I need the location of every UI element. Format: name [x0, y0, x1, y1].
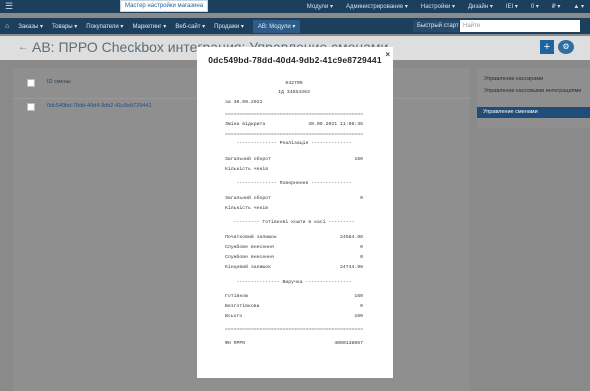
cash-final-label: Кінцевий залишок [225, 265, 272, 270]
revenue-header: --------------- Виручка ---------------- [236, 280, 352, 285]
returns-turnover-value: 0 [360, 196, 363, 201]
shift-opened-row: Зміна відкрита 30.09.2021 11:06:38 [225, 122, 363, 127]
top-menu-modules[interactable]: Модули ▾ [307, 3, 333, 10]
sidebar-item-cashiers[interactable]: Управление кассирами [484, 76, 584, 83]
sidebar-item-integrations[interactable]: Управление кассовыми интеграциями [484, 88, 584, 95]
sales-turnover-row: Загальний оборот 160 [225, 157, 363, 162]
top-menu-currency[interactable]: ₽ ▾ [552, 3, 561, 10]
revenue-cash-row: Готівкою 160 [225, 294, 363, 299]
revenue-cash-label: Готівкою [225, 294, 249, 299]
shift-opened-value: 30.09.2021 11:06:38 [308, 122, 363, 127]
shift-id-link[interactable]: 0dc549bd-78dd-40d4-9db2-41c9e8729441 [47, 103, 152, 109]
cash-service1-label: Службове внесення [225, 245, 274, 250]
fn-prro-value: 4000138067 [334, 341, 363, 346]
returns-header: -------------- Повернення -------------- [236, 181, 352, 186]
column-header-shift-id[interactable]: ID смены [47, 79, 71, 85]
receipt-code: 042709 [285, 81, 303, 86]
fn-prro-row: ФН ПРРО 4000138067 [225, 341, 363, 346]
revenue-total-row: Всього 160 [225, 314, 363, 319]
select-all-checkbox[interactable] [27, 79, 35, 87]
top-menu-design[interactable]: Дизайн ▾ [468, 3, 493, 10]
quick-start-dropdown[interactable]: Быстрый старт ▾ [413, 20, 459, 41]
cash-initial-row: Початковий залишок 24584.98 [225, 235, 363, 240]
back-arrow-icon[interactable]: ← [18, 42, 28, 53]
store-setup-wizard-link[interactable]: Мастер настройки магазина [120, 0, 209, 12]
cash-final-value: 24744.98 [339, 265, 363, 270]
cash-service2-value: 0 [360, 255, 363, 260]
gear-icon[interactable]: ⚙ [558, 40, 574, 54]
sales-turnover-label: Загальний оборот [225, 157, 272, 162]
sales-checks-row: Кількість чеків [225, 167, 363, 172]
top-menu-user[interactable]: ▲ ▾ [573, 3, 584, 10]
cash-service2-label: Службове внесення [225, 255, 274, 260]
cash-header: --------- Готівкові кошти в касі -------… [233, 220, 355, 225]
sales-checks-label: Кількість чеків [225, 167, 269, 172]
revenue-noncash-row: Безготівкова 0 [225, 304, 363, 309]
revenue-noncash-label: Безготівкова [225, 304, 260, 309]
shift-opened-label: Зміна відкрита [225, 122, 266, 127]
modal-title: 0dc549bd-78dd-40d4-9db2-41c9e8729441 [208, 55, 382, 65]
sales-turnover-value: 160 [354, 157, 363, 162]
revenue-noncash-value: 0 [360, 304, 363, 309]
home-icon[interactable]: ⌂ [5, 23, 9, 30]
row-checkbox[interactable] [27, 103, 35, 111]
receipt-modal: 0dc549bd-78dd-40d4-9db2-41c9e8729441 × 0… [197, 47, 393, 378]
shift-report-receipt: 042709 ІД 34554363 за 30.09.2021 =======… [221, 73, 367, 363]
sidebar-item-label: Управление сменами [483, 109, 538, 115]
cash-initial-label: Початковий залишок [225, 235, 277, 240]
nav-av-modules[interactable]: АВ: Модули ▾ [252, 19, 301, 33]
revenue-total-label: Всього [225, 314, 243, 319]
cash-initial-value: 24584.98 [339, 235, 363, 240]
nav-website[interactable]: Веб-сайт ▾ [175, 23, 205, 30]
returns-checks-row: Кількість чеків [225, 206, 363, 211]
receipt-id: ІД 34554363 [278, 90, 310, 95]
revenue-cash-value: 160 [354, 294, 363, 299]
fn-prro-label: ФН ПРРО [225, 341, 246, 346]
nav-products[interactable]: Товары ▾ [52, 23, 77, 30]
revenue-total-value: 160 [354, 314, 363, 319]
returns-turnover-row: Загальний оборот 0 [225, 196, 363, 201]
close-icon[interactable]: × [385, 50, 390, 59]
returns-turnover-label: Загальний оборот [225, 196, 272, 201]
sidebar-item-shifts[interactable]: Управление сменами [477, 107, 590, 118]
top-menu-settings[interactable]: Настройки ▾ [421, 3, 455, 10]
returns-checks-label: Кількість чеків [225, 206, 269, 211]
add-button[interactable]: + [540, 40, 554, 54]
nav-marketing[interactable]: Маркетинг ▾ [132, 23, 166, 30]
cash-service1-value: 0 [360, 245, 363, 250]
nav-sales[interactable]: Продажи ▾ [214, 23, 244, 30]
separator: ========================================… [225, 327, 364, 332]
top-menu-admin[interactable]: Администрирование ▾ [346, 3, 408, 10]
search-input[interactable]: Найти [460, 20, 580, 32]
receipt-date: за 30.09.2021 [225, 100, 263, 105]
separator: ========================================… [225, 112, 364, 117]
nav-orders[interactable]: Заказы ▾ [18, 23, 43, 30]
cash-final-row: Кінцевий залишок 24744.98 [225, 265, 363, 270]
top-menu: Модули ▾ Администрирование ▾ Настройки ▾… [307, 0, 584, 13]
top-menu-notifications[interactable]: 0 ▾ [531, 3, 539, 10]
top-bar: ☰ Модули ▾ Администрирование ▾ Настройки… [0, 0, 590, 13]
separator: ========================================… [225, 132, 364, 137]
cash-service2-row: Службове внесення 0 [225, 255, 363, 260]
nav-customers[interactable]: Покупатели ▾ [86, 23, 123, 30]
top-menu-lang[interactable]: IEI ▾ [506, 3, 518, 10]
cash-service1-row: Службове внесення 0 [225, 245, 363, 250]
menu-icon[interactable]: ☰ [5, 1, 13, 12]
sales-header: -------------- Реалізація -------------- [236, 141, 352, 146]
